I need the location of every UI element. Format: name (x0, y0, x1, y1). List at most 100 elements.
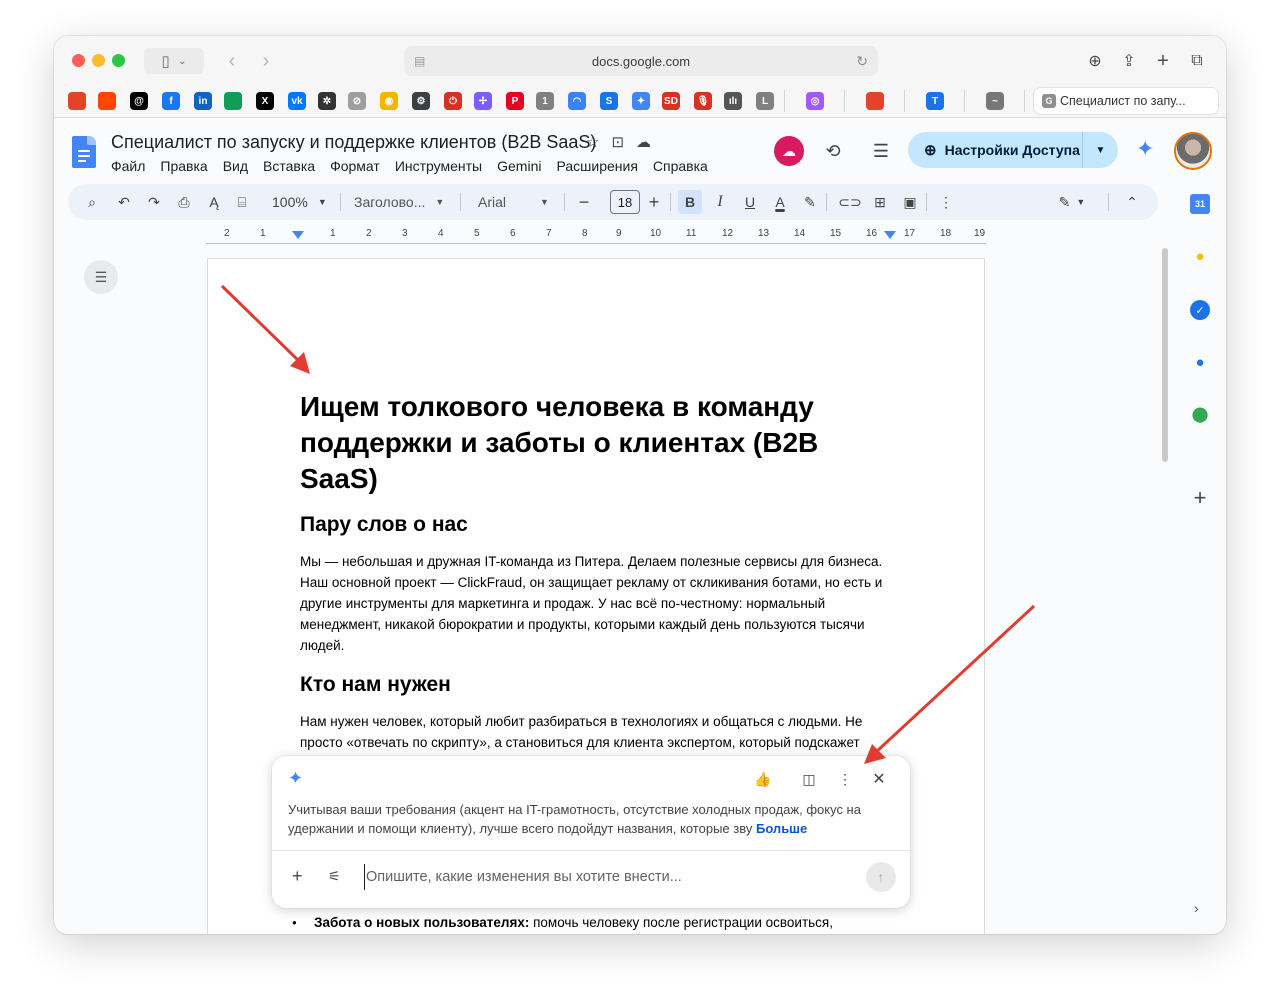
comments-icon[interactable]: ☰ (866, 136, 896, 166)
scrollbar[interactable] (1162, 248, 1168, 462)
editing-mode-button[interactable]: ✎ ▼ (1052, 184, 1092, 220)
vk-icon[interactable]: vk (288, 92, 306, 110)
share-dropdown-icon[interactable]: ▼ (1082, 132, 1118, 168)
forward-button[interactable]: › (252, 48, 280, 74)
add-comment-icon[interactable]: ⊞ (868, 184, 892, 220)
menu-view[interactable]: Вид (223, 158, 248, 174)
minimize-window-button[interactable] (92, 54, 105, 67)
close-window-button[interactable] (72, 54, 85, 67)
new-tab-icon[interactable]: + (1150, 48, 1176, 74)
calendar-icon[interactable]: 31 (1190, 194, 1210, 214)
star-icon[interactable]: ☆ (586, 133, 599, 151)
left-indent-marker[interactable] (292, 231, 304, 239)
menu-edit[interactable]: Правка (160, 158, 207, 174)
share-icon[interactable]: ⇪ (1116, 48, 1142, 74)
menu-format[interactable]: Формат (330, 158, 380, 174)
coin-icon[interactable]: ◉ (380, 92, 398, 110)
t-icon[interactable]: T (926, 92, 944, 110)
one-icon[interactable]: 1 (536, 92, 554, 110)
redo-icon[interactable]: ↷ (142, 184, 166, 220)
reddit-icon[interactable] (98, 92, 116, 110)
linkedin-icon[interactable]: in (194, 92, 212, 110)
back-button[interactable]: ‹ (218, 48, 246, 74)
contacts-icon[interactable]: ● (1190, 352, 1210, 372)
zoom-select[interactable]: 100% ▼ (272, 184, 327, 220)
sidebar-toggle-button[interactable]: ▯ ⌄ (144, 48, 204, 74)
sheets-icon[interactable] (224, 92, 242, 110)
menu-extensions[interactable]: Расширения (556, 158, 637, 174)
x-icon[interactable]: X (256, 92, 274, 110)
document-title[interactable]: Специалист по запуску и поддержке клиент… (111, 132, 596, 153)
gemini-icon[interactable]: ✦ (632, 92, 650, 110)
menu-file[interactable]: Файл (111, 158, 145, 174)
menu-gemini[interactable]: Gemini (497, 158, 541, 174)
open-side-panel-icon[interactable]: ◫ (798, 768, 820, 790)
decrease-font-button[interactable]: − (574, 184, 594, 220)
zoom-window-button[interactable] (112, 54, 125, 67)
amazon-icon[interactable]: ~ (986, 92, 1004, 110)
document-outline-button[interactable]: ☰ (84, 260, 118, 294)
search-icon[interactable]: ⌕ (80, 184, 104, 220)
font-select[interactable]: Arial ▼ (478, 184, 549, 220)
text-color-button[interactable]: A (768, 184, 792, 220)
version-history-icon[interactable]: ⟲ (818, 136, 848, 166)
insert-image-icon[interactable]: ▣ (898, 184, 922, 220)
settings-icon[interactable]: ⚙ (412, 92, 430, 110)
slack-icon[interactable]: ✢ (474, 92, 492, 110)
bold-button[interactable]: B (678, 190, 702, 214)
send-button[interactable]: ↑ (866, 862, 896, 892)
stop-icon[interactable]: ⏻ (444, 92, 462, 110)
pinterest-icon[interactable]: P (506, 92, 524, 110)
italic-button[interactable]: I (708, 184, 732, 220)
tasks-icon[interactable]: ✓ (1190, 300, 1210, 320)
more-options-icon[interactable]: ⋮ (936, 184, 956, 220)
underline-button[interactable]: U (738, 184, 762, 220)
facebook-icon[interactable]: f (162, 92, 180, 110)
swap-icon[interactable]: S (600, 92, 618, 110)
feedback-icon[interactable]: 👍 (752, 768, 774, 790)
menu-tools[interactable]: Инструменты (395, 158, 482, 174)
avatar[interactable] (1174, 132, 1212, 170)
font-size-input[interactable]: 18 (610, 190, 640, 214)
keep-icon[interactable]: ● (1190, 246, 1210, 266)
threads-icon[interactable]: @ (130, 92, 148, 110)
close-icon[interactable]: ✕ (868, 768, 890, 790)
menu-help[interactable]: Справка (653, 158, 708, 174)
docs-logo-icon[interactable] (72, 136, 96, 168)
move-folder-icon[interactable]: ⊡ (611, 133, 624, 151)
cloud-saved-icon[interactable]: ☁ (636, 133, 651, 151)
paint-format-icon[interactable]: ⌸ (230, 184, 254, 220)
tab-overview-icon[interactable]: ⧉ (1184, 48, 1210, 74)
downloads-icon[interactable]: ⊕ (1082, 48, 1108, 74)
address-bar[interactable]: ▤ docs.google.com ↻ (404, 46, 878, 76)
podcast-icon[interactable]: ◎ (806, 92, 824, 110)
style-select[interactable]: Заголово... ▼ (354, 184, 444, 220)
link-icon[interactable]: ⊂⊃ (838, 184, 862, 220)
maps-icon[interactable]: ⬤ (1190, 404, 1210, 424)
compass-icon[interactable]: ⊘ (348, 92, 366, 110)
increase-font-button[interactable]: + (644, 184, 664, 220)
gemini-icon[interactable]: ✦ (1136, 136, 1154, 162)
reload-icon[interactable]: ↻ (856, 53, 868, 70)
wave-icon[interactable]: ılı (724, 92, 742, 110)
active-tab[interactable]: G Специалист по запу... (1034, 88, 1218, 114)
expand-panel-icon[interactable]: › (1194, 900, 1199, 916)
more-link[interactable]: Больше (756, 821, 807, 836)
sd-icon[interactable]: SD (662, 92, 680, 110)
gitlab-icon[interactable] (68, 92, 86, 110)
gemini-prompt-input[interactable] (364, 864, 844, 890)
add-icon[interactable]: + (292, 866, 303, 887)
gitlab-icon-2[interactable] (866, 92, 884, 110)
add-addon-icon[interactable]: + (1190, 485, 1210, 510)
menu-insert[interactable]: Вставка (263, 158, 315, 174)
letter-l-icon[interactable]: L (756, 92, 774, 110)
share-button[interactable]: ⊕ Настройки Доступа ▼ (908, 132, 1118, 168)
more-options-icon[interactable]: ⋮ (834, 768, 856, 790)
highlight-icon[interactable]: ✎ (798, 184, 822, 220)
undo-icon[interactable]: ↶ (112, 184, 136, 220)
collapse-menus-icon[interactable]: ⌃ (1120, 184, 1144, 220)
openai-icon[interactable]: ✲ (318, 92, 336, 110)
print-icon[interactable]: ⎙ (172, 184, 196, 220)
mic-icon[interactable]: 🎙 (694, 92, 712, 110)
tune-icon[interactable]: ⚟ (328, 868, 341, 885)
